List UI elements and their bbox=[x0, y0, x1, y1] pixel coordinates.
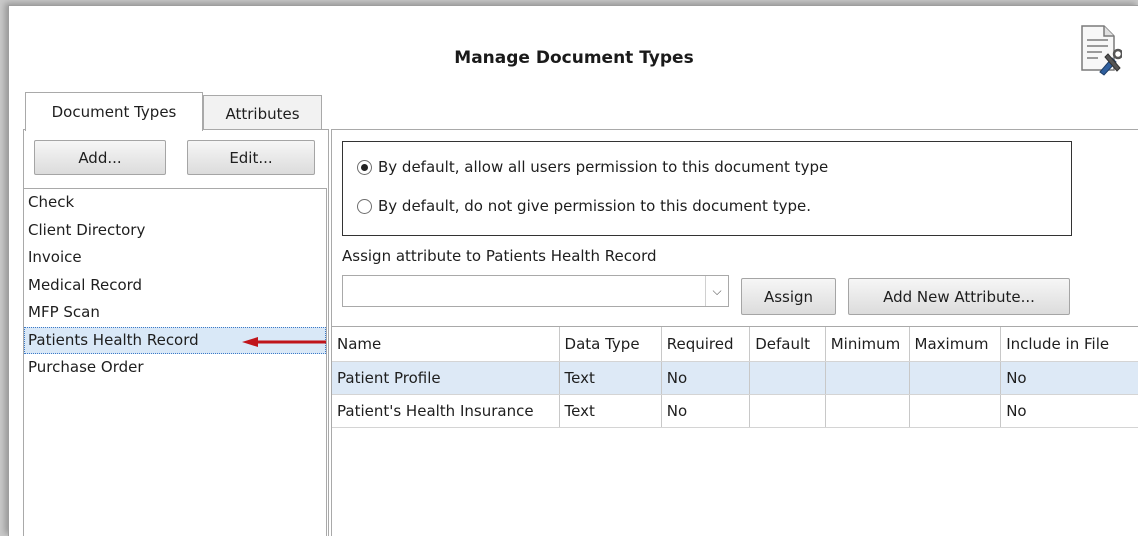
table-header-row: Name Data Type Required Default Minimum … bbox=[332, 327, 1138, 362]
list-item-label: Patients Health Record bbox=[28, 330, 199, 349]
permission-group: By default, allow all users permission t… bbox=[342, 141, 1072, 236]
radio-checked-icon[interactable] bbox=[357, 159, 372, 175]
cell-name: Patient's Health Insurance bbox=[332, 394, 560, 428]
cell-minimum bbox=[825, 361, 910, 395]
tab-attributes[interactable]: Attributes bbox=[203, 95, 322, 131]
list-item-patients-health-record[interactable]: Patients Health Record bbox=[24, 326, 326, 354]
cell-minimum bbox=[825, 394, 910, 428]
chevron-down-icon[interactable]: ⌵ bbox=[705, 276, 728, 306]
table-row[interactable]: Patient Profile Text No No bbox=[332, 361, 1138, 395]
cell-name: Patient Profile bbox=[332, 361, 560, 395]
table-row[interactable]: Patient's Health Insurance Text No No bbox=[332, 394, 1138, 428]
cell-include-in-file: No bbox=[1000, 361, 1138, 395]
assign-button[interactable]: Assign bbox=[741, 278, 836, 315]
list-item-client-directory[interactable]: Client Directory bbox=[24, 217, 326, 245]
list-item-purchase-order[interactable]: Purchase Order bbox=[24, 354, 326, 382]
column-header-include-in-file[interactable]: Include in File bbox=[1000, 327, 1138, 362]
cell-required: No bbox=[661, 394, 751, 428]
document-type-details-panel: By default, allow all users permission t… bbox=[331, 129, 1138, 536]
tab-document-types[interactable]: Document Types bbox=[25, 92, 203, 131]
list-item-invoice[interactable]: Invoice bbox=[24, 244, 326, 272]
permission-deny-label: By default, do not give permission to th… bbox=[378, 197, 811, 215]
attribute-select[interactable]: ⌵ bbox=[342, 275, 729, 307]
edit-button[interactable]: Edit... bbox=[187, 140, 315, 175]
cell-default bbox=[749, 394, 826, 428]
cell-maximum bbox=[909, 394, 1002, 428]
document-type-list[interactable]: Check Client Directory Invoice Medical R… bbox=[24, 188, 327, 536]
permission-allow-option[interactable]: By default, allow all users permission t… bbox=[357, 158, 828, 176]
window-title: Manage Document Types bbox=[454, 48, 694, 68]
column-header-default[interactable]: Default bbox=[749, 327, 826, 362]
radio-unchecked-icon[interactable] bbox=[357, 198, 372, 214]
cell-required: No bbox=[661, 361, 751, 395]
cell-maximum bbox=[909, 361, 1002, 395]
list-item-medical-record[interactable]: Medical Record bbox=[24, 272, 326, 300]
column-header-required[interactable]: Required bbox=[661, 327, 751, 362]
attributes-table: Name Data Type Required Default Minimum … bbox=[332, 326, 1138, 536]
cell-data-type: Text bbox=[559, 394, 662, 428]
cell-default bbox=[749, 361, 826, 395]
permission-deny-option[interactable]: By default, do not give permission to th… bbox=[357, 197, 811, 215]
permission-allow-label: By default, allow all users permission t… bbox=[378, 158, 829, 176]
column-header-maximum[interactable]: Maximum bbox=[909, 327, 1002, 362]
column-header-name[interactable]: Name bbox=[332, 327, 560, 362]
manage-document-types-window: Manage Document Types Document Types Att… bbox=[8, 5, 1138, 536]
cell-data-type: Text bbox=[559, 361, 662, 395]
list-item-check[interactable]: Check bbox=[24, 189, 326, 217]
cell-include-in-file: No bbox=[1000, 394, 1138, 428]
assign-attribute-label: Assign attribute to Patients Health Reco… bbox=[342, 247, 657, 265]
add-button[interactable]: Add... bbox=[34, 140, 166, 175]
column-header-minimum[interactable]: Minimum bbox=[825, 327, 910, 362]
add-new-attribute-button[interactable]: Add New Attribute... bbox=[848, 278, 1070, 315]
list-item-mfp-scan[interactable]: MFP Scan bbox=[24, 299, 326, 327]
column-header-data-type[interactable]: Data Type bbox=[559, 327, 662, 362]
document-types-panel: Add... Edit... Check Client Directory In… bbox=[23, 129, 329, 536]
red-arrow-annotation-icon bbox=[242, 336, 326, 347]
document-tools-icon bbox=[1081, 25, 1122, 76]
